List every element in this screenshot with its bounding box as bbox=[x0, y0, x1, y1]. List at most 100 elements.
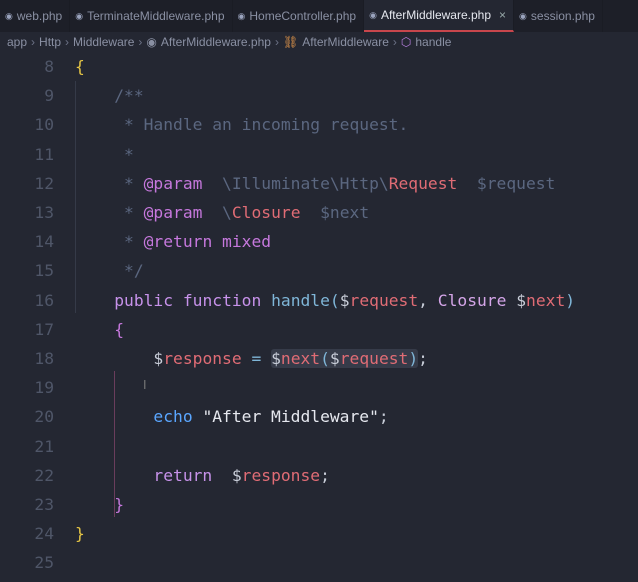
code-token: */ bbox=[75, 261, 144, 281]
code-line: 23 } bbox=[0, 490, 638, 519]
code-token: request bbox=[349, 290, 419, 310]
code-text: * @param \Illuminate\Http\Request $reque… bbox=[75, 169, 555, 198]
code-token: $ bbox=[153, 349, 164, 368]
code-line: 16 public function handle($request, Clos… bbox=[0, 286, 638, 315]
code-line: 22 return $response; bbox=[0, 461, 638, 490]
tab-session-php[interactable]: ◉ session.php bbox=[514, 0, 603, 32]
close-icon[interactable]: × bbox=[499, 8, 506, 22]
line-number: 20 bbox=[34, 407, 54, 427]
breadcrumb: app › Http › Middleware › ◉ AfterMiddleware.php… bbox=[0, 32, 638, 52]
code-token: next bbox=[280, 349, 321, 368]
code-token: { bbox=[75, 57, 85, 76]
code-line: 13 * @param \Closure $next bbox=[0, 198, 638, 227]
chevron-right-icon: › bbox=[65, 35, 70, 49]
code-line: 20 echo "After Middleware"; bbox=[0, 402, 638, 431]
tab-label: web.php bbox=[16, 9, 63, 23]
code-token: $request bbox=[457, 173, 556, 193]
line-number: 16 bbox=[34, 290, 54, 310]
code-line: 10 * Handle an incoming request. bbox=[0, 110, 638, 139]
code-line: 25 bbox=[0, 548, 638, 577]
line-number: 12 bbox=[34, 173, 54, 193]
line-number: 25 bbox=[34, 553, 54, 573]
selection-highlight: $next($request) bbox=[271, 349, 419, 368]
code-token: { bbox=[75, 319, 125, 339]
code-text: } bbox=[75, 519, 85, 548]
php-file-icon: ◉ bbox=[237, 10, 246, 21]
code-token: request bbox=[339, 349, 409, 368]
code-text: /** bbox=[75, 81, 143, 110]
code-token: response bbox=[163, 349, 242, 368]
line-number: 14 bbox=[34, 232, 54, 252]
code-line: 17 { bbox=[0, 315, 638, 344]
code-token: \ bbox=[202, 203, 232, 222]
php-file-icon: ◉ bbox=[75, 10, 84, 21]
chevron-right-icon: › bbox=[392, 35, 397, 49]
tab-homecontroller-php[interactable]: ◉ HomeController.php bbox=[233, 0, 365, 32]
breadcrumb-item[interactable]: handle bbox=[415, 35, 451, 49]
chevron-right-icon: › bbox=[31, 35, 36, 49]
code-line: 8{ bbox=[0, 52, 638, 81]
code-token: = bbox=[241, 349, 272, 368]
code-token: * bbox=[75, 203, 144, 222]
code-token: echo bbox=[153, 407, 193, 427]
tab-aftermiddleware-php[interactable]: ◉ AfterMiddleware.php × bbox=[364, 0, 515, 32]
line-number: 9 bbox=[44, 86, 54, 106]
code-text: { bbox=[75, 315, 124, 344]
code-token: $ bbox=[516, 290, 527, 310]
code-token: ; bbox=[418, 349, 428, 368]
line-number: 23 bbox=[34, 495, 54, 514]
line-number: 13 bbox=[34, 203, 54, 222]
line-number: 19 bbox=[34, 378, 54, 398]
php-file-icon: ◉ bbox=[146, 35, 157, 49]
php-file-icon: ◉ bbox=[369, 9, 377, 20]
code-token: * Handle an incoming request. bbox=[75, 115, 409, 135]
code-token: public bbox=[114, 290, 174, 310]
code-line: 24} bbox=[0, 519, 638, 548]
method-icon: ⬡ bbox=[400, 35, 412, 49]
chevron-right-icon: › bbox=[138, 35, 143, 49]
code-token: ( bbox=[329, 290, 340, 310]
code-line: 9 /** bbox=[0, 81, 638, 110]
breadcrumb-item[interactable]: AfterMiddleware.php bbox=[161, 35, 271, 49]
code-token: $next bbox=[300, 203, 370, 222]
code-line: 12 * @param \Illuminate\Http\Request $re… bbox=[0, 169, 638, 198]
breadcrumb-item[interactable]: Middleware bbox=[73, 35, 134, 49]
code-token: $ bbox=[339, 290, 350, 310]
line-number: 22 bbox=[34, 465, 54, 485]
code-token: * bbox=[75, 144, 134, 164]
tab-terminatemiddleware-php[interactable]: ◉ TerminateMiddleware.php bbox=[70, 0, 233, 32]
line-number: 8 bbox=[44, 57, 54, 76]
line-number: 21 bbox=[34, 436, 54, 456]
chevron-right-icon: › bbox=[274, 35, 279, 49]
code-text: } bbox=[75, 490, 124, 519]
code-line: 19 bbox=[0, 373, 638, 402]
code-token: function bbox=[182, 290, 262, 310]
tab-label: HomeController.php bbox=[249, 9, 357, 23]
code-token: $ bbox=[329, 349, 340, 368]
code-token: Closure bbox=[437, 290, 507, 310]
code-text: return $response; bbox=[75, 461, 329, 490]
breadcrumb-item[interactable]: AfterMiddleware bbox=[302, 35, 389, 49]
code-token: @param bbox=[143, 203, 203, 222]
code-token: , bbox=[418, 290, 438, 310]
code-token: ) bbox=[408, 349, 419, 368]
code-token: * bbox=[75, 173, 144, 193]
code-token: return bbox=[153, 465, 213, 485]
code-token: Request bbox=[388, 173, 458, 193]
code-token: } bbox=[75, 524, 85, 544]
breadcrumb-item[interactable]: app bbox=[7, 35, 27, 49]
tab-web-php[interactable]: ◉ web.php bbox=[0, 0, 71, 32]
code-token: mixed bbox=[212, 232, 272, 252]
code-token: next bbox=[526, 290, 566, 310]
code-text: public function handle($request, Closure… bbox=[75, 286, 575, 315]
code-line: 15 */ bbox=[0, 256, 638, 285]
code-editor[interactable]: I 8{9 /** 10 * Handle an incoming request… bbox=[0, 52, 638, 582]
breadcrumb-item[interactable]: Http bbox=[39, 35, 61, 49]
